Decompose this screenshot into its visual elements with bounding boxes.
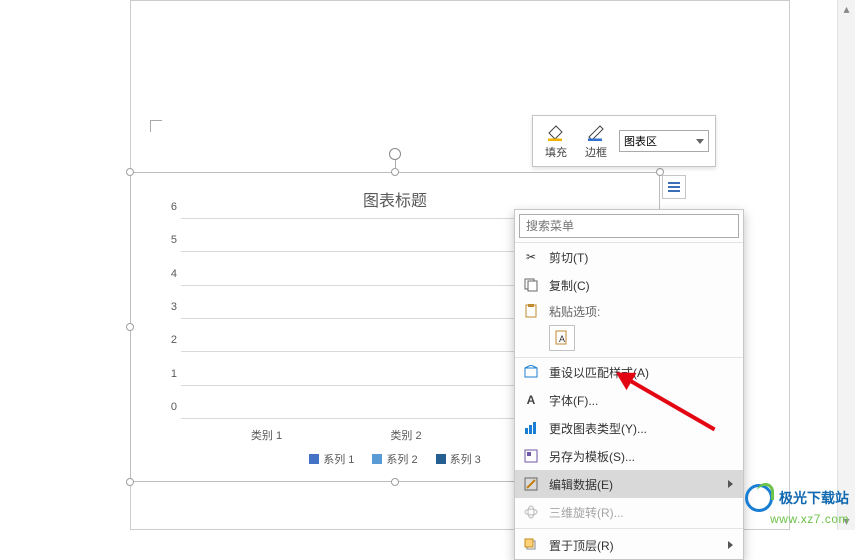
menu-paste-options-label: 粘贴选项: (549, 303, 600, 320)
menu-cut[interactable]: ✂ 剪切(T) (515, 243, 743, 271)
resize-handle[interactable] (391, 478, 399, 486)
resize-handle[interactable] (391, 168, 399, 176)
menu-bring-to-front-label: 置于顶层(R) (549, 537, 614, 554)
fill-label: 填充 (545, 144, 567, 160)
rotate-handle[interactable] (389, 148, 401, 160)
watermark-title: 极光下载站 (779, 488, 849, 508)
submenu-arrow-icon (728, 541, 733, 549)
menu-reset-style[interactable]: 重设以匹配样式(A) (515, 358, 743, 386)
legend-item[interactable]: 系列 1 (309, 451, 354, 467)
menu-save-as-template[interactable]: 另存为模板(S)... (515, 442, 743, 470)
scissors-icon: ✂ (521, 247, 541, 267)
layout-options-button[interactable] (662, 175, 686, 199)
menu-copy-label: 复制(C) (549, 277, 590, 294)
legend-swatch-icon (372, 454, 382, 464)
watermark: 极光下载站 www.xz7.com (745, 484, 849, 526)
chevron-down-icon (696, 139, 704, 144)
context-menu: ✂ 剪切(T) 复制(C) 粘贴选项: A 重设以匹配样式(A) A 字体(F)… (514, 209, 744, 560)
menu-cut-label: 剪切(T) (549, 249, 588, 266)
menu-bring-to-front[interactable]: 置于顶层(R) (515, 531, 743, 559)
edit-data-icon (521, 474, 541, 494)
menu-edit-data-label: 编辑数据(E) (549, 476, 613, 493)
menu-3d-rotation: 三维旋转(R)... (515, 498, 743, 526)
resize-handle[interactable] (126, 478, 134, 486)
legend-label: 系列 1 (323, 451, 354, 467)
menu-change-chart-type-label: 更改图表类型(Y)... (549, 420, 647, 437)
watermark-logo-icon (745, 484, 773, 512)
legend-label: 系列 2 (386, 451, 417, 467)
chart-area-select[interactable]: 图表区 (619, 130, 709, 152)
legend-swatch-icon (309, 454, 319, 464)
legend-label: 系列 3 (450, 451, 481, 467)
menu-paste-options-label-row: 粘贴选项: (515, 299, 743, 323)
menu-save-as-template-label: 另存为模板(S)... (549, 448, 635, 465)
mini-toolbar: 填充 边框 图表区 (532, 115, 716, 167)
reset-style-icon (521, 362, 541, 382)
y-axis-labels: 0 1 2 3 4 5 6 (159, 219, 177, 419)
menu-font[interactable]: A 字体(F)... (515, 386, 743, 414)
pen-outline-icon (585, 122, 607, 142)
menu-copy[interactable]: 复制(C) (515, 271, 743, 299)
menu-font-label: 字体(F)... (549, 392, 598, 409)
resize-handle[interactable] (126, 168, 134, 176)
legend-swatch-icon (436, 454, 446, 464)
chart-type-icon (521, 418, 541, 438)
fill-button[interactable]: 填充 (539, 120, 573, 162)
chart-title[interactable]: 图表标题 (131, 187, 659, 211)
chart-area-select-label: 图表区 (624, 133, 657, 149)
clipboard-a-icon: A (554, 330, 570, 346)
paint-bucket-icon (545, 122, 567, 142)
menu-edit-data[interactable]: 编辑数据(E) (515, 470, 743, 498)
submenu-arrow-icon (728, 480, 733, 488)
menu-change-chart-type[interactable]: 更改图表类型(Y)... (515, 414, 743, 442)
legend-item[interactable]: 系列 3 (436, 451, 481, 467)
menu-reset-style-label: 重设以匹配样式(A) (549, 364, 649, 381)
margin-corner (150, 120, 162, 132)
menu-separator (515, 528, 743, 529)
menu-3d-rotation-label: 三维旋转(R)... (549, 504, 624, 521)
outline-label: 边框 (585, 144, 607, 160)
vertical-scrollbar[interactable]: ▴ ▾ (837, 0, 855, 530)
scroll-up-icon[interactable]: ▴ (838, 0, 855, 18)
bring-front-icon (521, 535, 541, 555)
watermark-url: www.xz7.com (745, 512, 849, 526)
copy-icon (521, 275, 541, 295)
svg-text:A: A (559, 334, 565, 344)
paste-options-row: A (515, 323, 743, 358)
rotate-3d-icon (521, 502, 541, 522)
save-template-icon (521, 446, 541, 466)
legend-item[interactable]: 系列 2 (372, 451, 417, 467)
resize-handle[interactable] (126, 323, 134, 331)
menu-search-input[interactable] (519, 214, 739, 238)
paste-option-keep-source[interactable]: A (549, 325, 575, 351)
layout-options-icon (666, 179, 682, 195)
clipboard-icon (521, 301, 541, 321)
menu-search-wrap (515, 210, 743, 243)
font-icon: A (521, 390, 541, 410)
outline-button[interactable]: 边框 (579, 120, 613, 162)
